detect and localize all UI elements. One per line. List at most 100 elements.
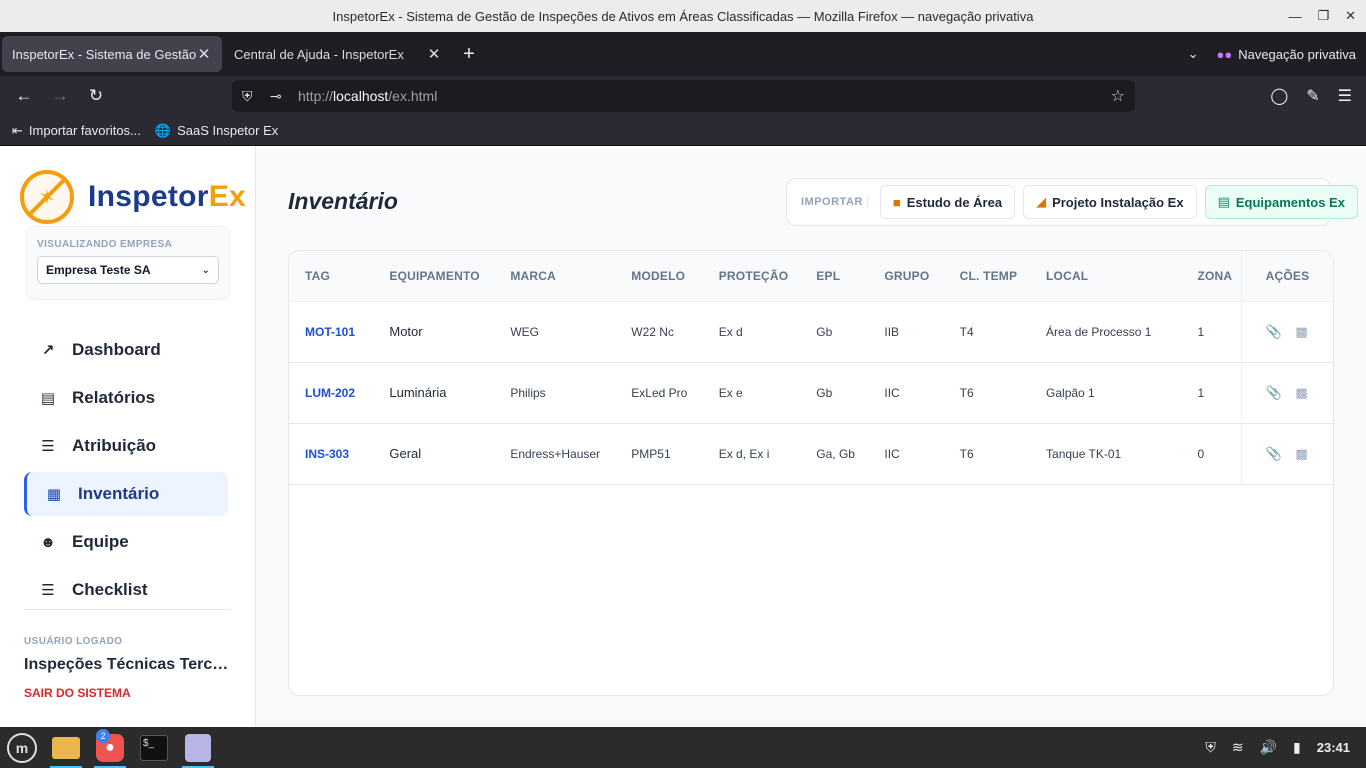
column-header[interactable]: ZONA <box>1181 251 1242 302</box>
company-select[interactable]: Empresa Teste SA ⌄ <box>37 256 219 284</box>
sidebar-item-equipe[interactable]: ☻ Equipe <box>24 520 228 564</box>
close-tab-icon[interactable]: ✕ <box>426 45 442 63</box>
navigation-bar: ← → ↻ ⛨ ⊸ http://localhost/ex.html ☆ ◯ ✎… <box>0 76 1366 116</box>
sidebar-item-checklist[interactable]: ☰ Checklist <box>24 568 228 612</box>
maximize-icon[interactable]: ❐ <box>1317 8 1329 24</box>
window-title: InspetorEx - Sistema de Gestão de Inspeç… <box>332 8 1034 24</box>
cell-equipamento: Motor <box>373 301 495 363</box>
tag-link[interactable]: MOT-101 <box>289 301 374 363</box>
explosion-logo-icon: ✶ <box>20 170 74 224</box>
column-header[interactable]: PROTEÇÃO <box>702 251 801 302</box>
new-tab-icon[interactable]: + <box>454 43 484 66</box>
import-estudo-area-button[interactable]: ■ Estudo de Área <box>879 185 1016 219</box>
tag-link[interactable]: LUM-202 <box>289 362 374 424</box>
boxes-icon: ▦ <box>46 486 62 503</box>
close-window-icon[interactable]: ✕ <box>1345 8 1356 24</box>
browser-tab-inspetorex[interactable]: InspetorEx - Sistema de Gestão d ✕ <box>2 36 222 72</box>
back-arrow-icon[interactable]: ← <box>12 84 36 108</box>
sidebar-item-dashboard[interactable]: ↗ Dashboard <box>24 328 228 372</box>
column-header[interactable]: EQUIPAMENTO <box>373 251 495 302</box>
start-menu-icon[interactable]: m <box>0 727 44 768</box>
account-icon[interactable]: ◯ <box>1270 86 1288 106</box>
cell-local: Área de Processo 1 <box>1030 301 1182 363</box>
main-content: Inventário IMPORTAR ■ Estudo de Área ◢ P… <box>256 146 1366 727</box>
inventory-table: TAG EQUIPAMENTO MARCA MODELO PROTEÇÃO EP… <box>289 251 1333 485</box>
sidebar-item-label: Inventário <box>78 484 160 503</box>
os-taskbar: m ● 2 $_ ⛨ ≋ 🔊 ▮ 23:41 <box>0 727 1366 768</box>
hamburger-menu-icon[interactable]: ☰ <box>1338 86 1352 106</box>
inventory-table-card: TAG EQUIPAMENTO MARCA MODELO PROTEÇÃO EP… <box>288 250 1334 696</box>
column-header[interactable]: LOCAL <box>1030 251 1182 302</box>
column-header[interactable]: GRUPO <box>868 251 944 302</box>
close-tab-icon[interactable]: ✕ <box>196 45 212 63</box>
shield-icon[interactable]: ⛨ <box>242 88 262 105</box>
clock[interactable]: 23:41 <box>1317 740 1350 755</box>
minimize-icon[interactable]: — <box>1288 9 1301 24</box>
page-title: Inventário <box>288 188 398 214</box>
cell-protecao: Ex d, Ex i <box>702 423 801 485</box>
url-text[interactable]: http://localhost/ex.html <box>298 88 1111 104</box>
company-selector-box: VISUALIZANDO EMPRESA Empresa Teste SA ⌄ <box>26 226 230 300</box>
bookmark-import[interactable]: ⇤ Importar favoritos... <box>12 123 141 139</box>
sidebar-item-inventario[interactable]: ▦ Inventário <box>24 472 228 516</box>
column-header[interactable]: EPL <box>800 251 869 302</box>
bookmarks-bar: ⇤ Importar favoritos... 🌐 SaaS Inspetor … <box>0 116 1366 146</box>
chevron-down-icon: ⌄ <box>201 264 210 276</box>
cell-marca: Endress+Hauser <box>494 423 616 485</box>
column-header[interactable]: CL. TEMP <box>943 251 1031 302</box>
reload-icon[interactable]: ↻ <box>84 84 108 108</box>
button-label: Projeto Instalação Ex <box>1052 194 1184 210</box>
paperclip-icon[interactable]: 📎 <box>1265 324 1281 340</box>
column-header[interactable]: MODELO <box>615 251 703 302</box>
logout-link[interactable]: SAIR DO SISTEMA <box>24 686 131 700</box>
terminal-icon[interactable]: $_ <box>132 727 176 768</box>
cell-protecao: Ex d <box>702 301 801 363</box>
tab-list-chevron-icon[interactable]: ⌄ <box>1188 46 1199 62</box>
chart-line-icon: ↗ <box>41 342 55 359</box>
cell-equipamento: Geral <box>373 423 495 485</box>
url-bar[interactable]: ⛨ ⊸ http://localhost/ex.html ☆ <box>232 80 1135 112</box>
trash-icon[interactable]: ▩ <box>1293 385 1309 401</box>
sidebar-item-label: Relatórios <box>72 388 156 407</box>
firefox-icon[interactable]: ● 2 <box>88 727 132 768</box>
cell-cl-temp: T6 <box>943 423 1031 485</box>
table-row: MOT-101 Motor WEG W22 Nc Ex d Gb IIB T4 … <box>289 301 1333 363</box>
column-header[interactable]: TAG <box>289 251 374 302</box>
sidebar-item-relatorios[interactable]: ▤ Relatórios <box>24 376 228 420</box>
volume-icon[interactable]: 🔊 <box>1260 739 1277 756</box>
sidebar-item-atribuicao[interactable]: ☰ Atribuição <box>24 424 228 468</box>
key-icon[interactable]: ⊸ <box>270 88 290 105</box>
bookmark-star-icon[interactable]: ☆ <box>1111 86 1125 106</box>
paperclip-icon[interactable]: 📎 <box>1265 385 1281 401</box>
trash-icon[interactable]: ▩ <box>1293 324 1309 340</box>
import-projeto-instalacao-button[interactable]: ◢ Projeto Instalação Ex <box>1023 185 1197 219</box>
text-editor-icon[interactable] <box>176 727 220 768</box>
cell-zona: 0 <box>1181 423 1242 485</box>
trash-icon[interactable]: ▩ <box>1293 446 1309 462</box>
globe-icon: 🌐 <box>154 122 172 138</box>
tab-title: Central de Ajuda - InspetorEx <box>234 46 404 62</box>
sidebar-item-label: Dashboard <box>72 340 161 359</box>
wifi-icon[interactable]: ≋ <box>1232 739 1244 756</box>
cell-equipamento: Luminária <box>373 362 495 424</box>
sidebar-item-label: Checklist <box>72 580 148 599</box>
bookmark-saas[interactable]: 🌐 SaaS Inspetor Ex <box>155 123 278 139</box>
user-name: Inspeções Técnicas Terce... <box>24 656 234 673</box>
tab-bar: InspetorEx - Sistema de Gestão d ✕ Centr… <box>0 32 1366 76</box>
file-manager-icon[interactable] <box>44 727 88 768</box>
column-header[interactable]: MARCA <box>494 251 616 302</box>
forward-arrow-icon[interactable]: → <box>48 84 72 108</box>
battery-icon[interactable]: ▮ <box>1293 739 1301 756</box>
cell-actions: 📎 ▩ <box>1240 423 1333 485</box>
import-equipamentos-button[interactable]: ▤ Equipamentos Ex <box>1204 185 1358 219</box>
extensions-icon[interactable]: ✎ <box>1306 86 1319 106</box>
sidebar-divider <box>24 609 231 610</box>
paperclip-icon[interactable]: 📎 <box>1265 446 1281 462</box>
checklist-icon: ☰ <box>41 582 55 599</box>
ruler-icon: ◢ <box>1036 194 1047 209</box>
shield-tray-icon[interactable]: ⛨ <box>1205 739 1216 756</box>
cell-local: Galpão 1 <box>1030 362 1182 424</box>
browser-tab-central-ajuda[interactable]: Central de Ajuda - InspetorEx ✕ <box>224 36 452 72</box>
tag-link[interactable]: INS-303 <box>289 423 374 485</box>
logo[interactable]: ✶ InspetorEx <box>20 170 246 224</box>
